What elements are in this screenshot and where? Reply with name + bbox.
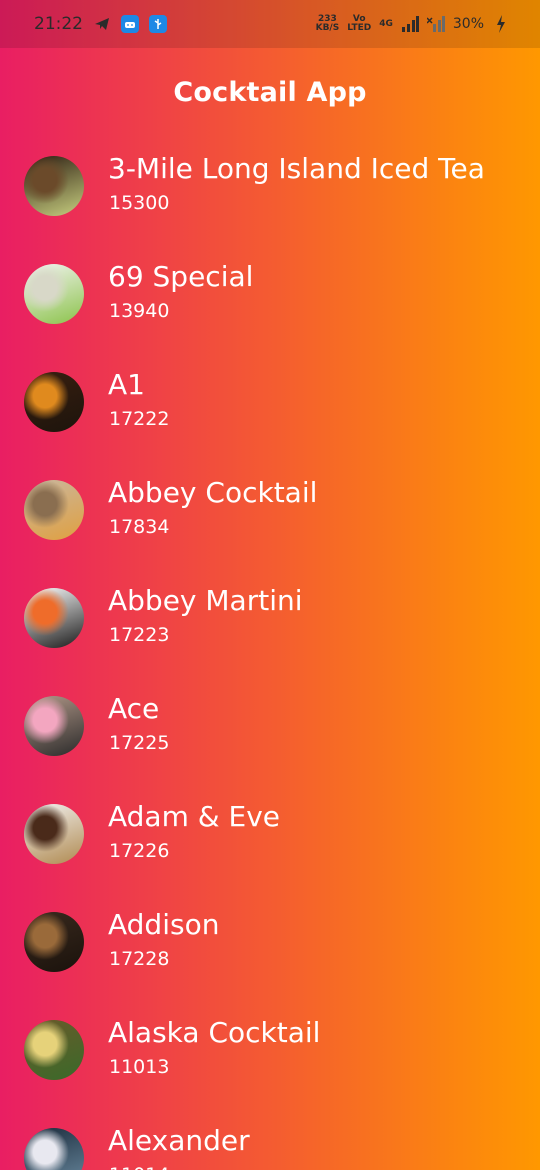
drink-id: 17226 bbox=[109, 840, 170, 862]
drink-thumbnail bbox=[24, 1128, 84, 1170]
drink-thumbnail bbox=[24, 696, 84, 756]
drink-name: 3-Mile Long Island Iced Tea bbox=[108, 152, 485, 185]
drink-id: 17834 bbox=[109, 516, 170, 538]
drink-row[interactable]: Addison 17228 bbox=[0, 892, 540, 1000]
drink-row[interactable]: Ace 17225 bbox=[0, 676, 540, 784]
drink-id: 17223 bbox=[109, 624, 170, 646]
drink-id: 13940 bbox=[109, 300, 170, 322]
drink-id: 11013 bbox=[109, 1056, 170, 1078]
app-bar: Cocktail App bbox=[0, 48, 540, 136]
drink-id: 15300 bbox=[109, 192, 170, 214]
drink-row[interactable]: Adam & Eve 17226 bbox=[0, 784, 540, 892]
network-type: 4G bbox=[379, 18, 393, 29]
drink-name: Adam & Eve bbox=[108, 800, 280, 833]
drink-name: A1 bbox=[108, 368, 145, 401]
drink-id: 17228 bbox=[109, 948, 170, 970]
no-signal-icon bbox=[426, 15, 445, 33]
drink-thumbnail bbox=[24, 912, 84, 972]
usb-icon bbox=[149, 15, 167, 33]
drink-thumbnail bbox=[24, 264, 84, 324]
drink-row[interactable]: Abbey Martini 17223 bbox=[0, 568, 540, 676]
battery-level: 30% bbox=[452, 16, 484, 32]
telegram-icon bbox=[93, 15, 111, 33]
signal-icon bbox=[401, 15, 419, 33]
status-time: 21:22 bbox=[34, 14, 83, 34]
drink-name: Alaska Cocktail bbox=[108, 1016, 321, 1049]
drink-thumbnail bbox=[24, 372, 84, 432]
drink-name: Abbey Martini bbox=[108, 584, 303, 617]
drink-name: Ace bbox=[108, 692, 160, 725]
drink-id: 17222 bbox=[109, 408, 170, 430]
speed-unit: KB/S bbox=[315, 23, 340, 33]
drink-name: Addison bbox=[108, 908, 220, 941]
drink-name: Alexander bbox=[108, 1124, 250, 1157]
drink-name: 69 Special bbox=[108, 260, 254, 293]
drink-thumbnail bbox=[24, 156, 84, 216]
drink-id: 11014 bbox=[109, 1164, 169, 1170]
network-speed: 233 KB/S bbox=[316, 15, 340, 33]
drink-thumbnail bbox=[24, 1020, 84, 1080]
drink-thumbnail bbox=[24, 480, 84, 540]
app-title: Cocktail App bbox=[173, 76, 367, 108]
drink-id: 17225 bbox=[109, 732, 170, 754]
drink-row[interactable]: Alexander 11014 bbox=[0, 1108, 540, 1170]
status-left: 21:22 bbox=[34, 14, 167, 34]
android-icon bbox=[121, 15, 139, 33]
drink-row[interactable]: Abbey Cocktail 17834 bbox=[0, 460, 540, 568]
drink-row[interactable]: A1 17222 bbox=[0, 352, 540, 460]
drink-thumbnail bbox=[24, 588, 84, 648]
drink-name: Abbey Cocktail bbox=[108, 476, 318, 509]
drink-row[interactable]: Alaska Cocktail 11013 bbox=[0, 1000, 540, 1108]
volte-bottom: LTED bbox=[347, 23, 372, 33]
volte-indicator: Vo LTED bbox=[347, 15, 371, 33]
status-bar: 21:22 233 KB/S Vo LTED 4G 30% bbox=[0, 0, 540, 48]
status-right: 233 KB/S Vo LTED 4G 30% bbox=[316, 15, 510, 33]
drink-row[interactable]: 69 Special 13940 bbox=[0, 244, 540, 352]
drink-thumbnail bbox=[24, 804, 84, 864]
charging-icon bbox=[492, 15, 510, 33]
drink-row[interactable]: 3-Mile Long Island Iced Tea 15300 bbox=[0, 136, 540, 244]
drink-list[interactable]: 3-Mile Long Island Iced Tea 15300 69 Speci… bbox=[0, 136, 540, 1170]
